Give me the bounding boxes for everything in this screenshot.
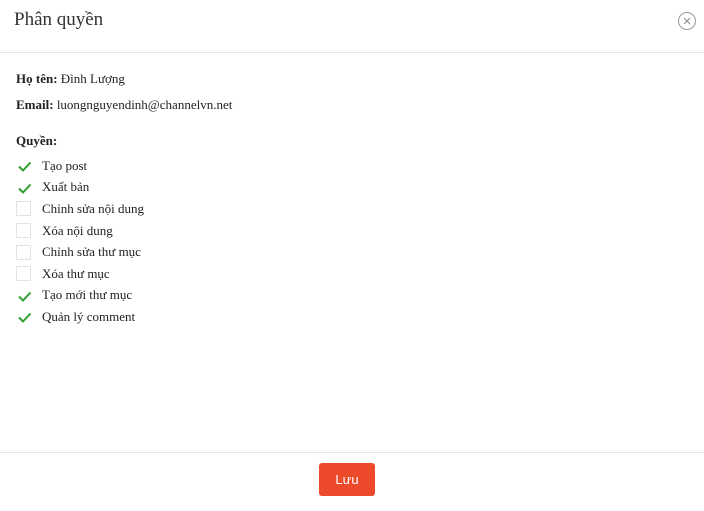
dialog-title: Phân quyền [14, 9, 104, 30]
email-value: luongnguyendinh@channelvn.net [56, 97, 233, 112]
permission-label: Xuất bản [42, 179, 90, 195]
permission-edit-content[interactable]: Chỉnh sửa nội dung [16, 198, 144, 220]
check-icon [18, 183, 32, 194]
permission-label: Chỉnh sửa nội dung [42, 200, 145, 216]
check-icon [18, 313, 32, 324]
permission-checkbox[interactable] [16, 288, 32, 303]
permission-checkbox[interactable] [16, 158, 32, 173]
name-value: Đình Lượng [60, 71, 125, 86]
save-button[interactable]: Lưu [319, 463, 375, 496]
permission-edit-folder[interactable]: Chỉnh sửa thư mục [16, 241, 144, 263]
permission-delete-content[interactable]: Xóa nội dung [16, 220, 144, 242]
permission-checkbox[interactable] [16, 223, 31, 239]
user-name-row: Họ tên: Đình Lượng [16, 71, 125, 87]
permission-label: Chỉnh sửa thư mục [42, 244, 141, 260]
dialog-header: Phân quyền [0, 0, 704, 53]
permission-label: Tạo mới thư mục [42, 287, 133, 303]
close-icon [683, 17, 691, 25]
permission-label: Xóa thư mục [42, 265, 110, 281]
permission-checkbox[interactable] [16, 180, 32, 195]
email-label: Email: [16, 97, 54, 112]
check-icon [18, 291, 32, 302]
permission-checkbox[interactable] [16, 266, 31, 282]
permission-label: Xóa nội dung [42, 222, 113, 238]
permission-delete-folder[interactable]: Xóa thư mục [16, 263, 144, 285]
permission-checkbox[interactable] [16, 201, 31, 217]
permission-create-post[interactable]: Tạo post [16, 155, 144, 177]
permission-create-folder[interactable]: Tạo mới thư mục [16, 285, 144, 307]
permission-label: Tạo post [42, 157, 88, 173]
permission-checkbox[interactable] [16, 244, 31, 260]
permission-publish[interactable]: Xuất bản [16, 177, 144, 199]
permissions-list: Tạo post Xuất bản Chỉnh sửa nội dung Xóa… [16, 155, 144, 328]
user-email-row: Email: luongnguyendinh@channelvn.net [16, 97, 232, 113]
permissions-title: Quyền: [16, 133, 58, 148]
permission-manage-comment[interactable]: Quản lý comment [16, 306, 144, 328]
check-icon [18, 162, 32, 173]
close-button[interactable] [678, 12, 696, 30]
permission-checkbox[interactable] [16, 309, 32, 324]
name-label: Họ tên: [16, 71, 58, 86]
permission-label: Quản lý comment [42, 308, 136, 324]
